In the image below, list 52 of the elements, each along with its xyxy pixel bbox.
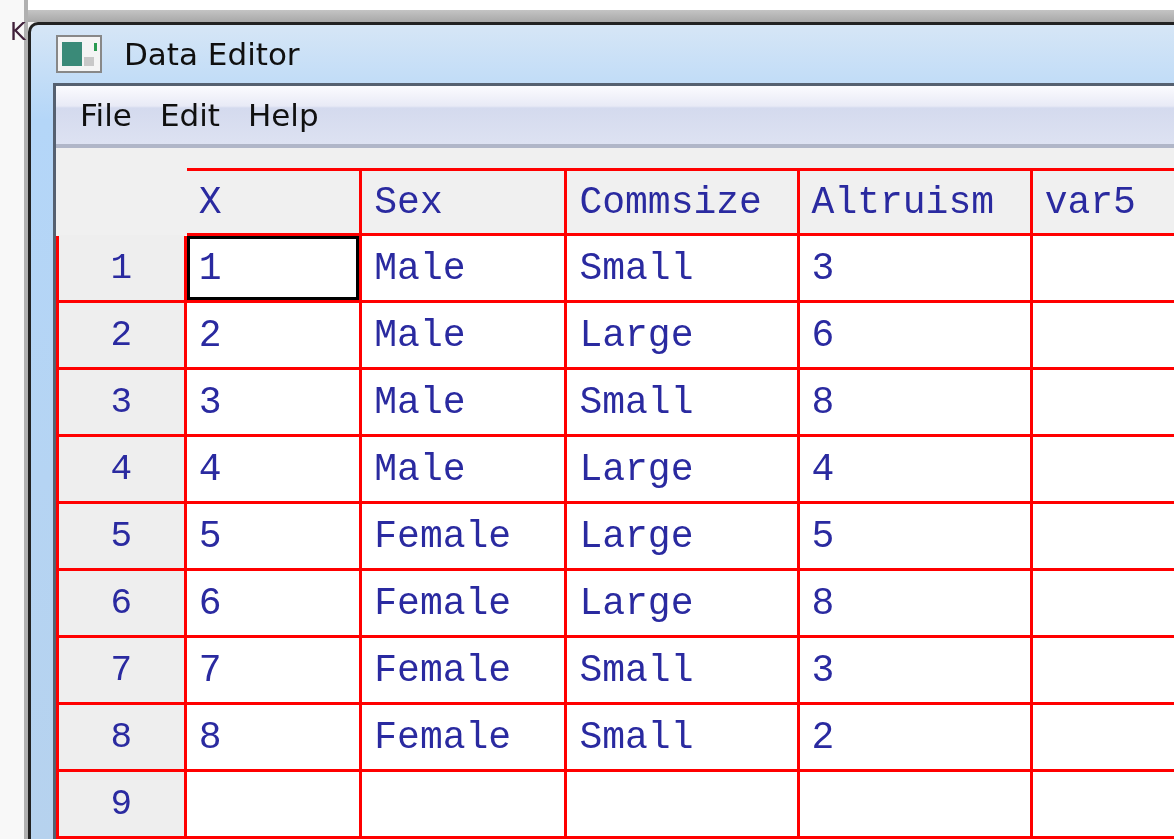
table-cell[interactable]: 2 [798, 703, 1032, 771]
table-cell[interactable]: Female [360, 703, 566, 771]
table-cell[interactable]: Male [360, 301, 566, 369]
table-cell[interactable]: 7 [185, 636, 361, 704]
row-header[interactable]: 6 [57, 569, 186, 637]
row-header[interactable]: 1 [57, 234, 186, 302]
column-header[interactable]: var5 [1031, 169, 1174, 235]
window-title: Data Editor [124, 36, 300, 72]
table-cell[interactable]: Female [360, 636, 566, 704]
table-cell[interactable]: Male [360, 368, 566, 436]
table-cell[interactable]: Small [565, 368, 799, 436]
row-header[interactable]: 4 [57, 435, 186, 503]
table-cell[interactable]: 3 [798, 636, 1032, 704]
menu-item[interactable]: Edit [145, 86, 234, 144]
menu-item[interactable]: Help [233, 86, 333, 144]
table-cell[interactable]: 8 [185, 703, 361, 771]
table-cell[interactable]: Small [565, 703, 799, 771]
column-header[interactable]: X [185, 169, 361, 235]
table-cell[interactable]: 6 [798, 301, 1032, 369]
row-header[interactable]: 8 [57, 703, 186, 771]
table-cell[interactable]: 3 [798, 234, 1032, 302]
table-cell[interactable]: Large [565, 502, 799, 570]
table-cell[interactable]: Large [565, 301, 799, 369]
table-cell[interactable]: Male [360, 435, 566, 503]
column-header[interactable]: Altruism [798, 169, 1032, 235]
background-text: K [10, 18, 27, 46]
row-header[interactable]: 3 [57, 368, 186, 436]
column-header[interactable]: Sex [360, 169, 566, 235]
table-cell[interactable]: 4 [185, 435, 361, 503]
row-header[interactable]: 9 [57, 770, 186, 838]
table-cell[interactable]: 6 [185, 569, 361, 637]
table-cell[interactable]: Female [360, 569, 566, 637]
table-cell[interactable]: 8 [798, 368, 1032, 436]
table-cell[interactable]: 5 [798, 502, 1032, 570]
table-cell[interactable]: 5 [185, 502, 361, 570]
table-cell[interactable]: 1 [185, 234, 361, 302]
window-icon[interactable] [56, 35, 102, 73]
table-cell[interactable]: Male [360, 234, 566, 302]
table-cell[interactable]: Female [360, 502, 566, 570]
row-header[interactable]: 7 [57, 636, 186, 704]
row-header[interactable]: 5 [57, 502, 186, 570]
table-cell[interactable]: Large [565, 569, 799, 637]
menu-item[interactable]: File [66, 86, 146, 144]
table-cell[interactable]: 3 [185, 368, 361, 436]
table-cell[interactable]: Small [565, 234, 799, 302]
row-header[interactable]: 2 [57, 301, 186, 369]
table-cell[interactable]: Small [565, 636, 799, 704]
column-header[interactable]: Commsize [565, 169, 799, 235]
table-cell[interactable]: 2 [185, 301, 361, 369]
table-cell[interactable]: Large [565, 435, 799, 503]
table-cell[interactable]: 8 [798, 569, 1032, 637]
table-cell[interactable]: 4 [798, 435, 1032, 503]
